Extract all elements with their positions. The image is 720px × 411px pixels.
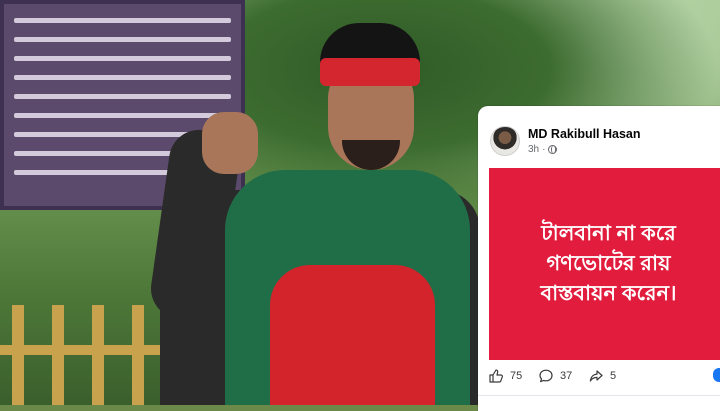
post-time[interactable]: 3h — [528, 144, 539, 155]
like-button[interactable]: 75 — [488, 368, 522, 384]
facebook-post-card: MD Rakibull Hasan 3h · টালবানা না করে গণ… — [478, 106, 720, 411]
reaction-bubble-edge — [713, 368, 720, 382]
comment-count: 37 — [560, 370, 573, 382]
person-figure — [147, 20, 480, 405]
post-text-line-2: গণভোটের রায় — [546, 252, 671, 275]
author-name[interactable]: MD Rakibull Hasan — [528, 127, 641, 141]
raised-fist — [202, 112, 258, 174]
share-arrow-icon — [589, 370, 603, 382]
post-divider — [478, 395, 720, 396]
globe-icon — [548, 145, 558, 154]
post-meta: 3h · — [528, 144, 558, 155]
comment-bubble-icon — [539, 369, 553, 383]
thumbs-up-icon — [489, 369, 503, 383]
red-flag-circle — [270, 265, 435, 405]
post-text-line-1: টালবানা না করে — [541, 222, 676, 245]
post-actions: 75 37 5 — [478, 364, 720, 390]
red-headband — [320, 58, 420, 86]
post-text-line-3: বাস্তবায়ন করেন। — [540, 282, 677, 305]
share-button[interactable]: 5 — [588, 368, 616, 384]
like-count: 75 — [510, 370, 523, 382]
avatar[interactable] — [490, 126, 520, 156]
post-text-background: টালবানা না করে গণভোটের রায় বাস্তবায়ন ক… — [489, 168, 720, 360]
meta-dot: · — [542, 144, 546, 155]
post-header: MD Rakibull Hasan 3h · — [478, 106, 720, 164]
share-count: 5 — [610, 370, 617, 382]
comment-button[interactable]: 37 — [538, 368, 572, 384]
